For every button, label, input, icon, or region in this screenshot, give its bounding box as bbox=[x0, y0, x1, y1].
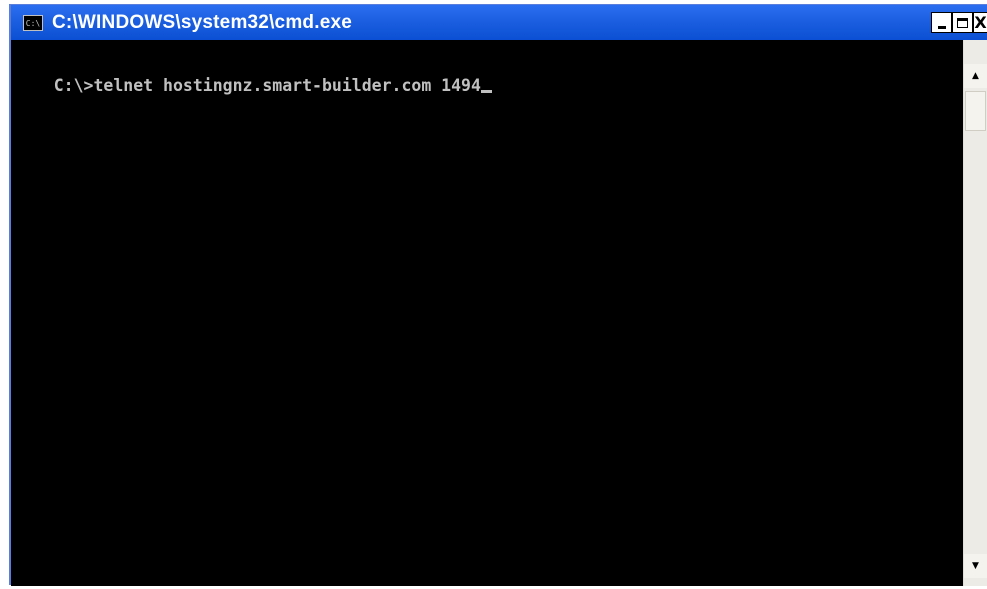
maximize-icon bbox=[957, 17, 968, 28]
close-button[interactable]: X bbox=[973, 12, 987, 33]
maximize-button[interactable] bbox=[952, 12, 973, 33]
scroll-thumb[interactable] bbox=[965, 91, 986, 131]
minimize-button[interactable] bbox=[931, 12, 952, 33]
console-line: C:\>telnet hostingnz.smart-builder.com 1… bbox=[14, 57, 492, 114]
close-icon: X bbox=[974, 13, 987, 32]
console-output[interactable] bbox=[11, 40, 963, 586]
vertical-scrollbar[interactable]: ▲ ▼ bbox=[963, 40, 987, 586]
cmd-window: C:\ C:\WINDOWS\system32\cmd.exe X C:\>te… bbox=[9, 4, 987, 586]
console-command: telnet hostingnz.smart-builder.com 1494 bbox=[93, 76, 481, 95]
scroll-up-button[interactable]: ▲ bbox=[964, 64, 987, 88]
cmd-app-icon[interactable]: C:\ bbox=[23, 14, 43, 31]
console-prompt: C:\> bbox=[53, 76, 94, 95]
arrow-up-icon: ▲ bbox=[972, 71, 979, 81]
arrow-down-icon: ▼ bbox=[972, 561, 979, 571]
window-title: C:\WINDOWS\system32\cmd.exe bbox=[52, 11, 352, 33]
minimize-icon bbox=[937, 26, 946, 29]
title-bar[interactable]: C:\ C:\WINDOWS\system32\cmd.exe X bbox=[11, 5, 987, 40]
text-cursor bbox=[480, 90, 492, 93]
scroll-down-button[interactable]: ▼ bbox=[964, 554, 987, 578]
